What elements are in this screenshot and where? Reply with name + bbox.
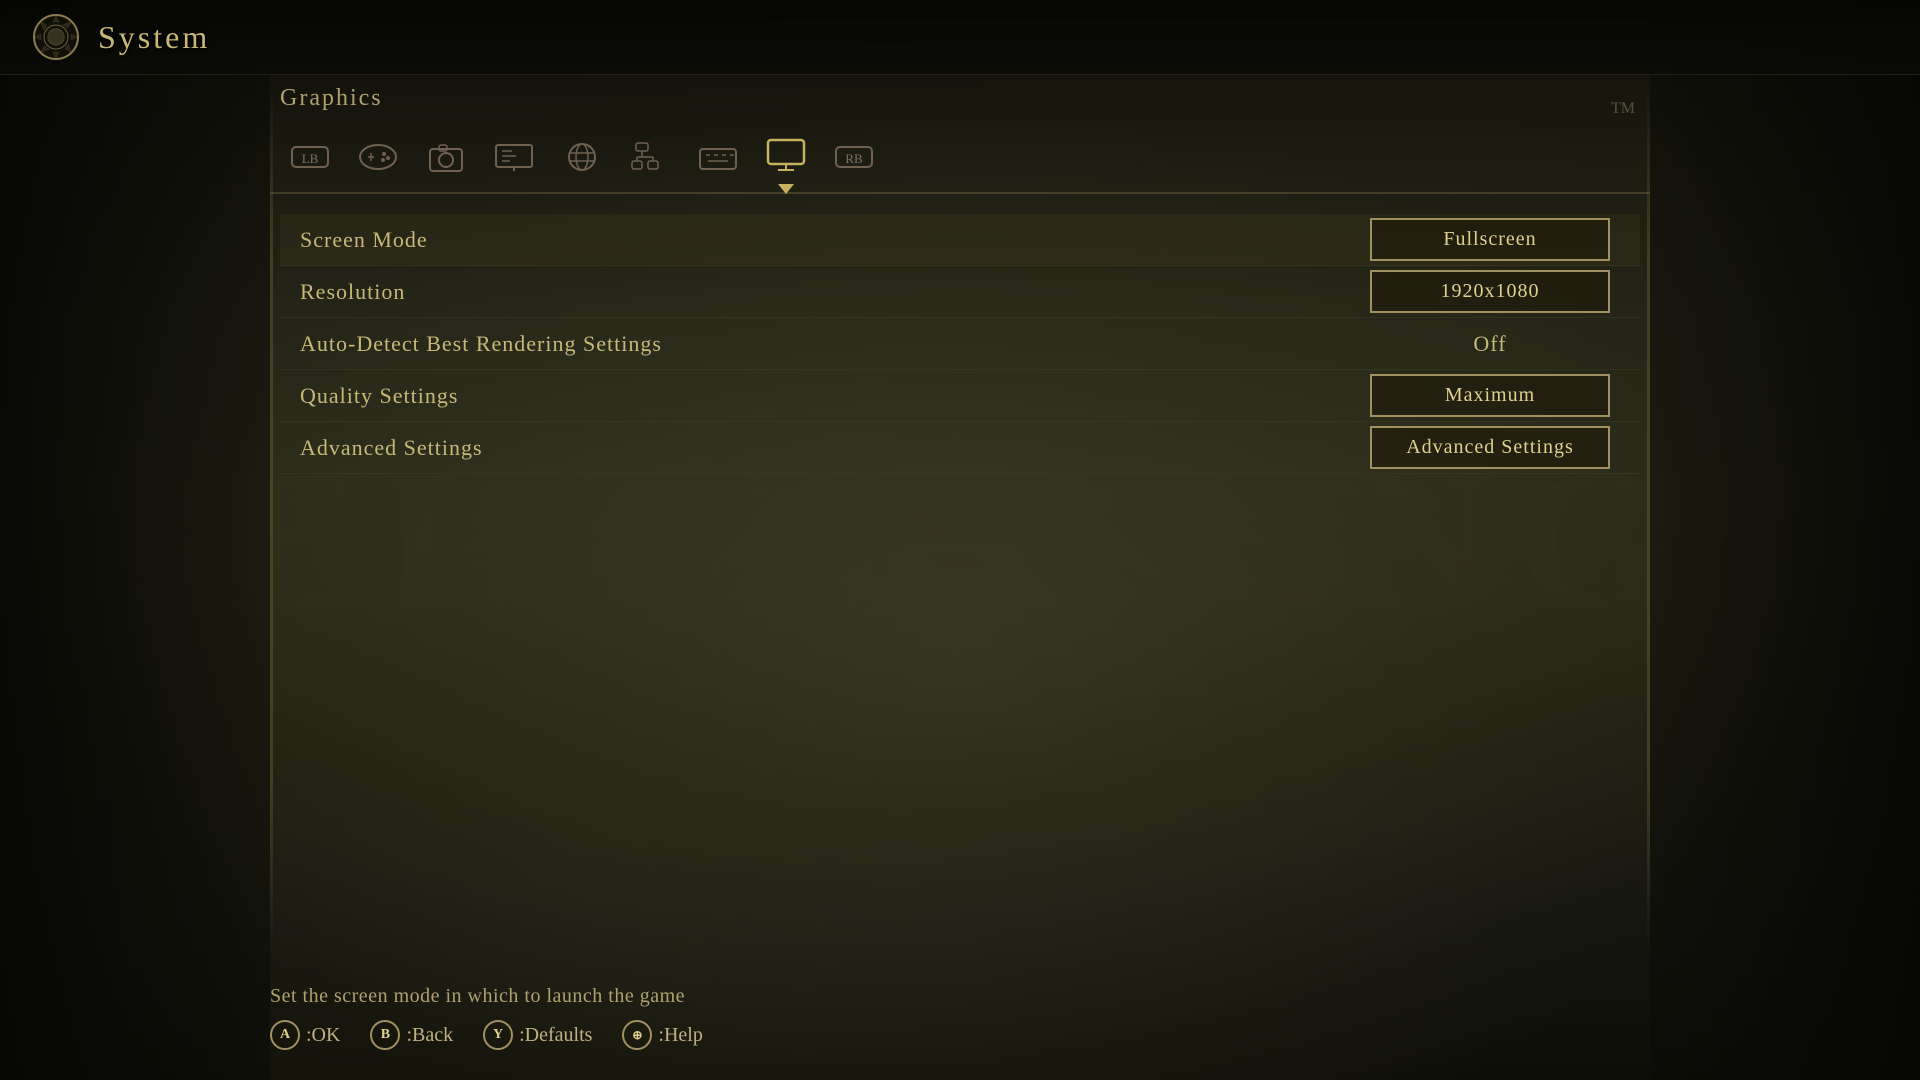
footer: Set the screen mode in which to launch t… — [270, 960, 1650, 1080]
quality-button[interactable]: Maximum — [1370, 374, 1610, 417]
settings-row-resolution: Resolution 1920x1080 — [280, 266, 1640, 318]
header: System — [0, 0, 1920, 75]
settings-row-quality: Quality Settings Maximum — [280, 370, 1640, 422]
screen-mode-button[interactable]: Fullscreen — [1370, 218, 1610, 261]
side-panel-right — [1650, 0, 1920, 1080]
control-ok: A :OK — [270, 1020, 340, 1050]
control-help: ⊕ :Help — [622, 1020, 702, 1050]
btn-y: Y — [483, 1020, 513, 1050]
section-title: Graphics — [270, 85, 1650, 112]
tab-camera[interactable] — [416, 132, 476, 182]
screen-mode-label: Screen Mode — [280, 215, 1340, 265]
resolution-label: Resolution — [280, 267, 1340, 317]
settings-row-advanced: Advanced Settings Advanced Settings — [280, 422, 1640, 474]
btn-help: ⊕ — [622, 1020, 652, 1050]
control-defaults-label: :Defaults — [519, 1024, 592, 1047]
quality-value-container: Maximum — [1340, 374, 1640, 417]
tab-keyboard[interactable] — [688, 132, 748, 182]
footer-hint: Set the screen mode in which to launch t… — [270, 985, 1650, 1008]
advanced-label: Advanced Settings — [280, 423, 1340, 473]
advanced-value-container: Advanced Settings — [1340, 426, 1640, 469]
control-defaults: Y :Defaults — [483, 1020, 592, 1050]
page-title: System — [98, 19, 210, 56]
svg-text:LB: LB — [302, 151, 319, 166]
main-content: Graphics LB — [270, 85, 1650, 950]
control-back: B :Back — [370, 1020, 453, 1050]
resolution-value-container: 1920x1080 — [1340, 270, 1640, 313]
control-help-label: :Help — [658, 1024, 702, 1047]
quality-label: Quality Settings — [280, 371, 1340, 421]
autodetect-label: Auto-Detect Best Rendering Settings — [280, 319, 1340, 369]
tab-network[interactable] — [620, 132, 680, 182]
settings-row-autodetect: Auto-Detect Best Rendering Settings Off — [280, 318, 1640, 370]
settings-row-screen-mode: Screen Mode Fullscreen — [280, 214, 1640, 266]
footer-controls: A :OK B :Back Y :Defaults ⊕ :Help — [270, 1020, 1650, 1050]
side-panel-left — [0, 0, 270, 1080]
autodetect-value-container: Off — [1340, 331, 1640, 357]
svg-text:RB: RB — [845, 151, 863, 166]
control-ok-label: :OK — [306, 1024, 340, 1047]
screen-mode-value-container: Fullscreen — [1340, 218, 1640, 261]
resolution-button[interactable]: 1920x1080 — [1370, 270, 1610, 313]
control-back-label: :Back — [406, 1024, 453, 1047]
tab-hud[interactable] — [484, 132, 544, 182]
settings-area: Screen Mode Fullscreen Resolution 1920x1… — [270, 214, 1650, 474]
tab-bar: LB — [270, 132, 1650, 194]
gear-icon — [30, 11, 82, 63]
autodetect-value: Off — [1473, 331, 1506, 357]
tab-language[interactable] — [552, 132, 612, 182]
advanced-button[interactable]: Advanced Settings — [1370, 426, 1610, 469]
btn-b: B — [370, 1020, 400, 1050]
tab-rb[interactable]: RB — [824, 132, 884, 182]
tab-lb[interactable]: LB — [280, 132, 340, 182]
tab-display[interactable] — [756, 132, 816, 182]
btn-a: A — [270, 1020, 300, 1050]
tab-gamepad[interactable] — [348, 132, 408, 182]
